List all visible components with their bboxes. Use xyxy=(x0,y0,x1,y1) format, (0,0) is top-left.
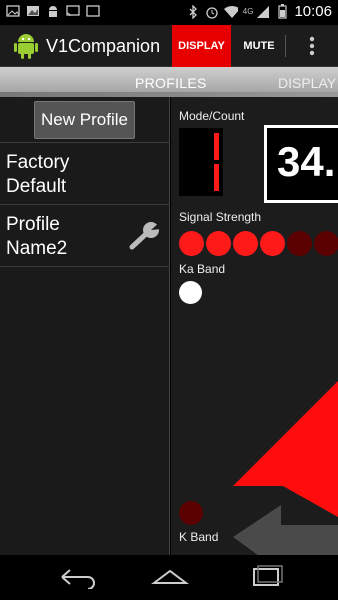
wrench-icon[interactable] xyxy=(128,219,162,253)
profile-item-label-line1: Profile xyxy=(6,214,60,235)
profile-list-divider xyxy=(0,266,170,267)
overflow-menu-icon[interactable] xyxy=(305,34,319,58)
photo-notification-icon xyxy=(6,4,20,18)
signal-strength-dot xyxy=(260,231,285,256)
action-bar-divider xyxy=(285,35,286,57)
android-notification-icon xyxy=(46,4,60,18)
clock: 10:06 xyxy=(294,3,332,20)
network-type: 4G xyxy=(242,7,254,16)
profile-item-label-line2: Default xyxy=(6,176,67,197)
battery-icon xyxy=(275,4,289,19)
back-icon[interactable] xyxy=(56,565,96,590)
mode-segment-lower xyxy=(214,164,219,191)
k-band-label: K Band xyxy=(179,530,219,544)
signal-strength-dot xyxy=(233,231,258,256)
signal-strength-dot xyxy=(314,231,338,256)
signal-strength-label: Signal Strength xyxy=(179,210,262,224)
frequency-display: 34. xyxy=(264,125,338,203)
signal-strength-dot xyxy=(287,231,312,256)
signal-strength-dot xyxy=(179,231,204,256)
new-profile-button[interactable]: New Profile xyxy=(34,101,135,139)
k-band-indicator xyxy=(179,501,203,525)
mute-button[interactable]: MUTE xyxy=(236,25,282,67)
home-icon[interactable] xyxy=(150,565,190,589)
profile-item-label-line1: Factory xyxy=(6,152,70,173)
signal-strength-dot xyxy=(206,231,231,256)
alarm-icon xyxy=(205,5,219,19)
front-arrow xyxy=(233,381,338,517)
v1-display-pane: Mode/Count 34. Signal Strength Ka Band K… xyxy=(171,97,338,555)
navigation-bar xyxy=(0,555,338,600)
mode-count-display xyxy=(179,128,223,196)
tab-display[interactable]: DISPLAY xyxy=(278,75,336,91)
display-button[interactable]: DISPLAY xyxy=(172,25,231,67)
recent-apps-icon[interactable] xyxy=(246,565,286,589)
profile-item-factory-default[interactable]: Factory Default xyxy=(0,142,170,204)
side-arrow-left xyxy=(233,505,338,555)
app-title: V1Companion xyxy=(46,36,161,56)
profiles-pane: New Profile Factory Default Profile Name… xyxy=(0,97,170,555)
cast-screen-icon xyxy=(66,4,80,18)
cell-signal-icon xyxy=(256,5,270,19)
status-bar: 4G 10:06 xyxy=(0,0,338,25)
mode-count-label: Mode/Count xyxy=(179,109,245,123)
gallery-notification-icon xyxy=(26,4,40,18)
tab-profiles[interactable]: PROFILES xyxy=(135,75,207,91)
mode-segment-upper xyxy=(214,133,219,160)
profile-item-name2[interactable]: Profile Name2 xyxy=(0,204,170,266)
image-notification-icon xyxy=(86,4,100,18)
app-logo-icon xyxy=(12,31,40,61)
wifi-icon xyxy=(223,5,238,19)
action-bar: V1Companion DISPLAY MUTE xyxy=(0,25,338,67)
frequency-value: 34. xyxy=(277,138,336,185)
profile-item-label-line2: Name2 xyxy=(6,238,68,259)
bluetooth-icon xyxy=(186,4,200,19)
